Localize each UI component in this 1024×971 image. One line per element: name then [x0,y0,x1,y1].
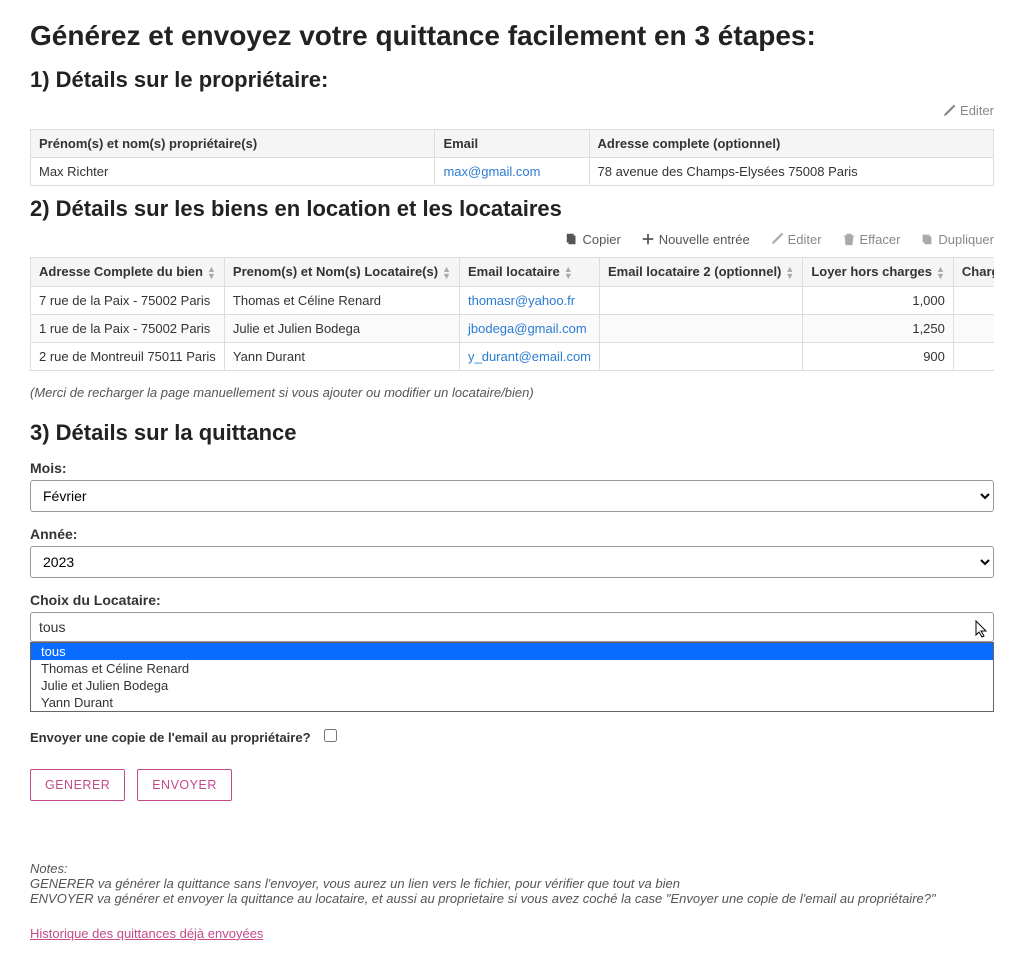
locataire-option[interactable]: Thomas et Céline Renard [31,660,993,677]
cell-nom: Thomas et Céline Renard [224,286,459,314]
owner-header-name: Prénom(s) et nom(s) propriétaire(s) [31,129,435,157]
cell-email: y_durant@email.com [459,342,599,370]
dupliquer-button[interactable]: Dupliquer [920,232,994,247]
nouvelle-entree-label: Nouvelle entrée [659,232,750,247]
cell-adresse: 1 rue de la Paix - 75002 Paris [31,314,225,342]
table-row[interactable]: 1 rue de la Paix - 75002 ParisJulie et J… [31,314,995,342]
tenant-header-email[interactable]: Email locataire▲▼ [459,258,599,287]
annee-select[interactable]: 2023 [30,546,994,578]
locataire-option[interactable]: tous [31,643,993,660]
cell-email2 [600,286,803,314]
history-link[interactable]: Historique des quittances déjà envoyées [30,926,263,941]
pencil-icon [942,104,956,118]
section2-heading: 2) Détails sur les biens en location et … [30,196,994,222]
dupliquer-label: Dupliquer [938,232,994,247]
cell-charges: 75 [953,342,994,370]
reload-note: (Merci de recharger la page manuellement… [30,385,994,400]
envoyer-button[interactable]: ENVOYER [137,769,232,801]
owner-table: Prénom(s) et nom(s) propriétaire(s) Emai… [30,129,994,186]
copy-owner-label: Envoyer une copie de l'email au propriét… [30,730,311,745]
copier-label: Copier [583,232,621,247]
tenant-header-loyer[interactable]: Loyer hors charges▲▼ [803,258,954,287]
duplicate-icon [920,232,934,246]
pencil-icon [770,232,784,246]
cell-adresse: 2 rue de Montreuil 75011 Paris [31,342,225,370]
section1-heading: 1) Détails sur le propriétaire: [30,67,994,93]
cell-adresse: 7 rue de la Paix - 75002 Paris [31,286,225,314]
owner-header-email: Email [435,129,589,157]
editer-owner-label: Editer [960,103,994,118]
owner-row[interactable]: Max Richter max@gmail.com 78 avenue des … [31,157,994,185]
nouvelle-entree-button[interactable]: Nouvelle entrée [641,232,750,247]
owner-header-address: Adresse complete (optionnel) [589,129,993,157]
editer-owner-button[interactable]: Editer [942,103,994,118]
tenant-email-link[interactable]: thomasr@yahoo.fr [468,293,575,308]
editer-tenant-label: Editer [788,232,822,247]
copy-icon [565,232,579,246]
cursor-icon [975,620,989,641]
locataire-option[interactable]: Julie et Julien Bodega [31,677,993,694]
copier-button[interactable]: Copier [565,232,621,247]
cell-loyer: 1,000 [803,286,954,314]
sort-icon: ▲▼ [564,266,573,280]
notes-line1: GENERER va générer la quittance sans l'e… [30,876,994,891]
mois-select[interactable]: Février [30,480,994,512]
table-row[interactable]: 7 rue de la Paix - 75002 ParisThomas et … [31,286,995,314]
plus-icon [641,232,655,246]
editer-tenant-button[interactable]: Editer [770,232,822,247]
cell-email: thomasr@yahoo.fr [459,286,599,314]
tenant-header-email2[interactable]: Email locataire 2 (optionnel)▲▼ [600,258,803,287]
owner-email: max@gmail.com [435,157,589,185]
annee-label: Année: [30,526,994,542]
generer-button[interactable]: GENERER [30,769,125,801]
copy-owner-checkbox[interactable] [324,729,337,742]
cell-charges: 80 [953,286,994,314]
cell-email2 [600,342,803,370]
tenant-email-link[interactable]: jbodega@gmail.com [468,321,587,336]
sort-icon: ▲▼ [785,266,794,280]
effacer-label: Effacer [860,232,901,247]
owner-email-link[interactable]: max@gmail.com [443,164,540,179]
locataire-option[interactable]: Yann Durant [31,694,993,711]
cell-loyer: 900 [803,342,954,370]
locataire-selected-value: tous [39,619,65,635]
owner-address: 78 avenue des Champs-Elysées 75008 Paris [589,157,993,185]
cell-charges: 125 [953,314,994,342]
table-row[interactable]: 2 rue de Montreuil 75011 ParisYann Duran… [31,342,995,370]
effacer-button[interactable]: Effacer [842,232,901,247]
cell-nom: Julie et Julien Bodega [224,314,459,342]
locataire-label: Choix du Locataire: [30,592,994,608]
notes-title: Notes: [30,861,994,876]
mois-label: Mois: [30,460,994,476]
trash-icon [842,232,856,246]
locataire-dropdown-list[interactable]: tousThomas et Céline RenardJulie et Juli… [30,642,994,712]
cell-email2 [600,314,803,342]
tenant-header-charges[interactable]: Charges▲▼ [953,258,994,287]
sort-icon: ▲▼ [936,266,945,280]
notes-line2: ENVOYER va générer et envoyer la quittan… [30,891,994,906]
sort-icon: ▲▼ [442,266,451,280]
tenant-header-adresse[interactable]: Adresse Complete du bien▲▼ [31,258,225,287]
page-title: Générez et envoyez votre quittance facil… [30,20,994,52]
tenants-table: Adresse Complete du bien▲▼ Prenom(s) et … [30,257,994,371]
cell-nom: Yann Durant [224,342,459,370]
sort-icon: ▲▼ [207,266,216,280]
tenant-header-nom[interactable]: Prenom(s) et Nom(s) Locataire(s)▲▼ [224,258,459,287]
section3-heading: 3) Détails sur la quittance [30,420,994,446]
cell-loyer: 1,250 [803,314,954,342]
cell-email: jbodega@gmail.com [459,314,599,342]
tenant-email-link[interactable]: y_durant@email.com [468,349,591,364]
owner-name: Max Richter [31,157,435,185]
locataire-select[interactable]: tous [30,612,994,642]
